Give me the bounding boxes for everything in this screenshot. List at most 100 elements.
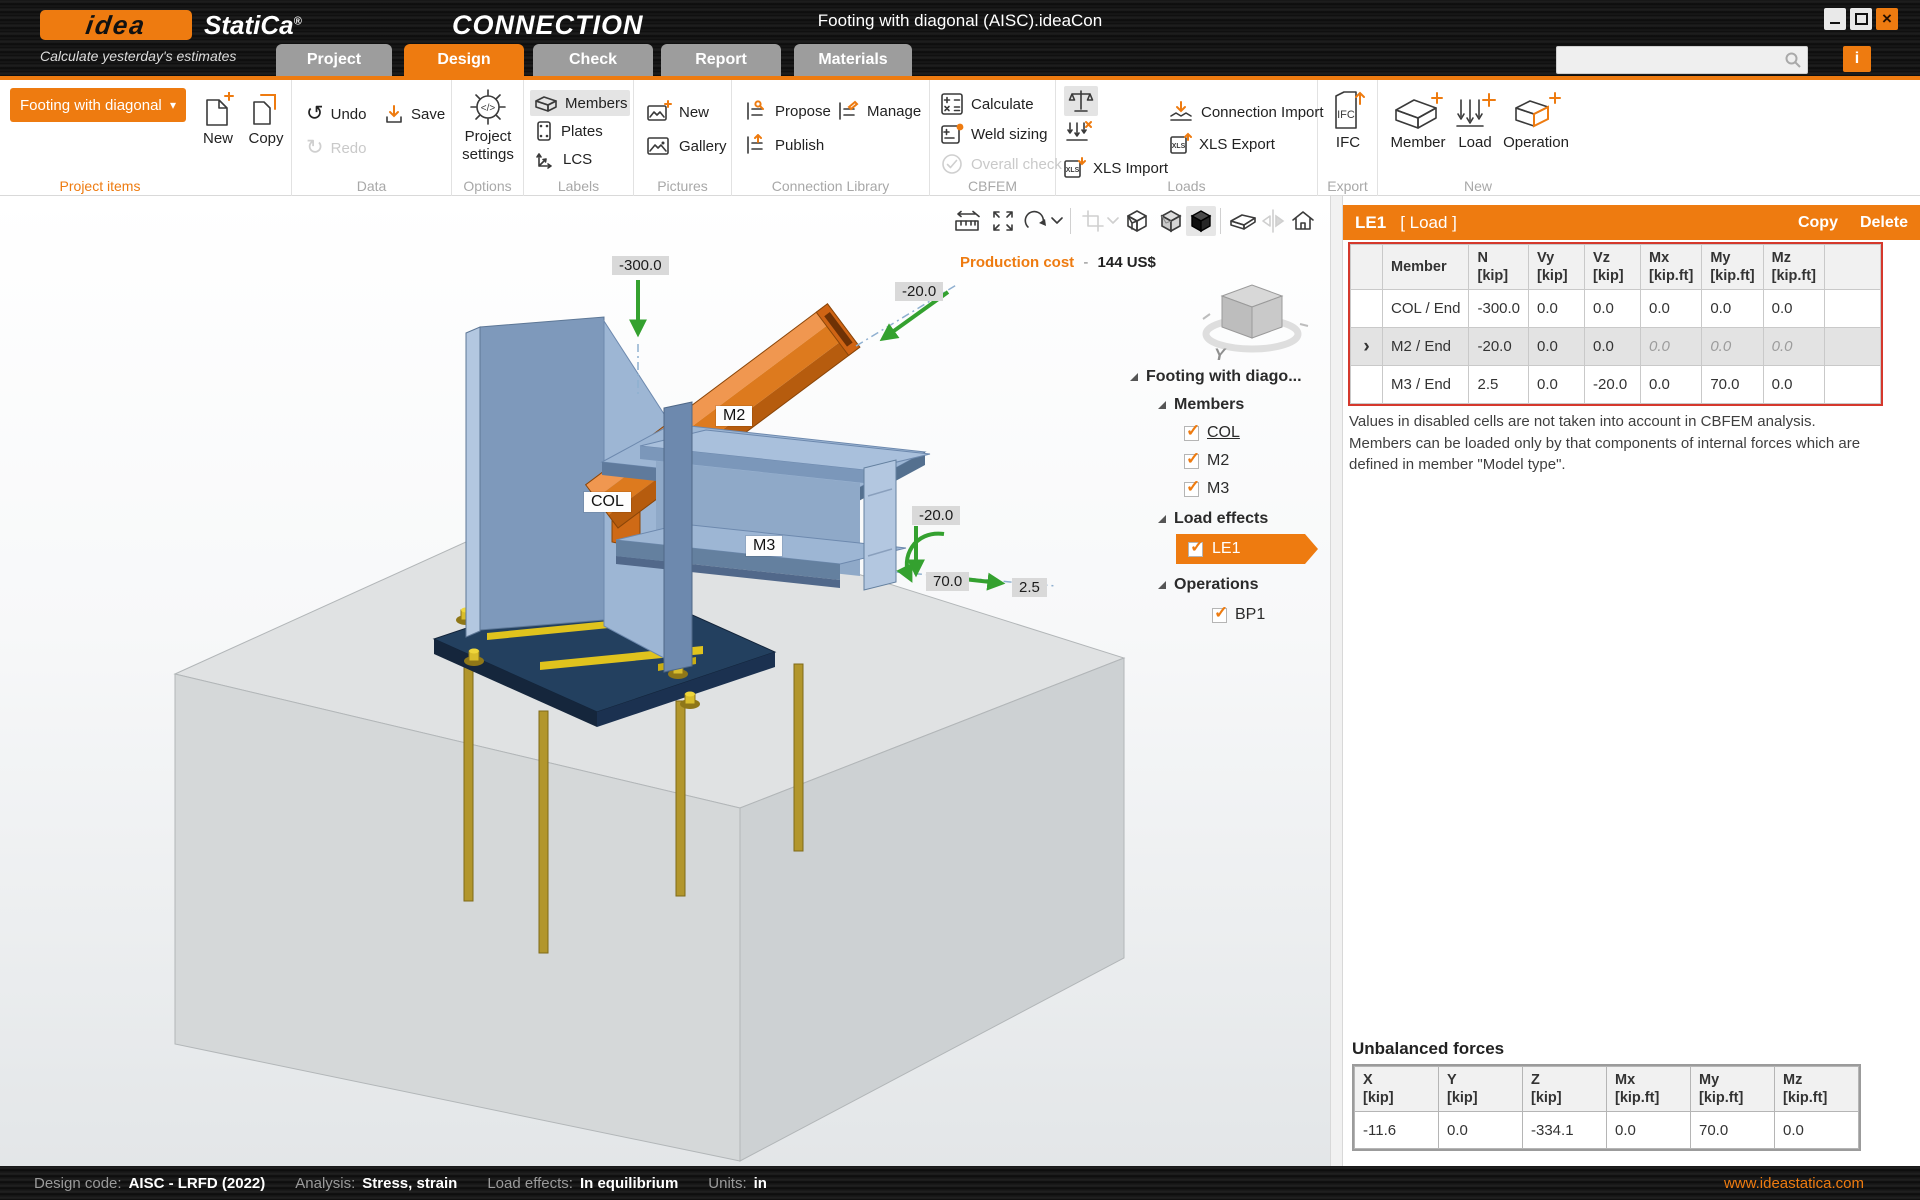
column-header[interactable]: Vy [kip]	[1528, 244, 1586, 290]
tree-expand-icon[interactable]	[1158, 401, 1166, 409]
search-input[interactable]	[1557, 52, 1784, 68]
xls-export-button[interactable]: XLS XLS Export	[1168, 132, 1275, 156]
new-member-button[interactable]: Member	[1388, 92, 1448, 151]
tree-group-members[interactable]: Members	[1158, 396, 1244, 414]
zoom-fit-button[interactable]	[988, 206, 1018, 236]
tree-root-item[interactable]: Footing with diago...	[1130, 368, 1302, 386]
checkbox-checked[interactable]: ✓	[1184, 421, 1200, 441]
checkbox-checked[interactable]: ✓	[1188, 542, 1203, 557]
mirror-view-button[interactable]	[1258, 206, 1288, 236]
row-selector[interactable]	[1350, 289, 1383, 328]
column-header[interactable]: Mz [kip.ft]	[1762, 244, 1825, 290]
value-cell[interactable]: 0.0	[1762, 327, 1825, 366]
website-link[interactable]: www.ideastatica.com	[1724, 1175, 1864, 1192]
tree-expand-icon[interactable]	[1158, 581, 1166, 589]
save-button[interactable]: Save	[384, 104, 445, 124]
value-cell[interactable]: 0.0	[1640, 289, 1703, 328]
overall-check-button[interactable]: Overall check	[940, 152, 1062, 176]
value-cell[interactable]: 0.0	[1701, 327, 1764, 366]
tree-item-m2[interactable]: ✓ M2	[1184, 449, 1229, 470]
tab-check[interactable]: Check	[533, 44, 653, 76]
view-shaded-transparent-button[interactable]	[1156, 206, 1186, 236]
redo-button[interactable]: ↻ Redo	[306, 137, 366, 158]
rotate-options-chevron[interactable]	[1048, 206, 1066, 236]
xls-import-button[interactable]: XLS XLS Import	[1062, 156, 1168, 180]
column-header[interactable]: N [kip]	[1468, 244, 1530, 290]
minimize-button[interactable]	[1824, 8, 1846, 30]
value-cell[interactable]: 0.0	[1762, 289, 1825, 328]
force-row[interactable]: › M2 / End -20.0 0.0 0.0 0.0 0.0 0.0	[1350, 327, 1881, 366]
calculate-button[interactable]: Calculate	[940, 92, 1034, 116]
member-cell[interactable]: M3 / End	[1381, 365, 1470, 404]
tab-materials[interactable]: Materials	[794, 44, 912, 76]
navigation-cube[interactable]: Y	[1200, 276, 1310, 366]
column-header[interactable]: Vz [kip]	[1584, 244, 1642, 290]
maximize-button[interactable]	[1850, 8, 1872, 30]
column-header[interactable]: Member	[1381, 244, 1470, 290]
measure-tool-button[interactable]	[952, 206, 982, 236]
home-view-button[interactable]	[1288, 206, 1318, 236]
value-cell[interactable]: 0.0	[1528, 365, 1586, 404]
ifc-export-button[interactable]: IFC IFC	[1328, 90, 1368, 151]
tree-item-le1-selected[interactable]: ✓ LE1	[1176, 534, 1318, 564]
tree-group-load-effects[interactable]: Load effects	[1158, 510, 1268, 528]
checkbox-checked[interactable]: ✓	[1184, 477, 1200, 497]
value-cell[interactable]: -20.0	[1584, 365, 1642, 404]
value-cell[interactable]: 2.5	[1468, 365, 1530, 404]
loads-equilibrium-toggle[interactable]	[1064, 86, 1098, 116]
labels-members-toggle[interactable]: Members	[530, 90, 630, 116]
project-item-selector[interactable]: Footing with diagonal ▾	[10, 88, 186, 122]
tree-expand-icon[interactable]	[1158, 515, 1166, 523]
tab-project[interactable]: Project	[276, 44, 392, 76]
publish-button[interactable]: Publish	[744, 134, 824, 156]
row-selector[interactable]: ›	[1350, 327, 1383, 366]
labels-plates-toggle[interactable]: Plates	[534, 120, 603, 142]
value-cell[interactable]: 0.0	[1640, 365, 1703, 404]
rotate-view-button[interactable]	[1020, 206, 1050, 236]
force-row[interactable]: COL / End -300.0 0.0 0.0 0.0 0.0 0.0	[1350, 289, 1881, 328]
tab-design[interactable]: Design	[404, 44, 524, 76]
tab-report[interactable]: Report	[661, 44, 781, 76]
search-box[interactable]	[1556, 46, 1808, 74]
new-project-item-button[interactable]: New	[196, 92, 240, 147]
checkbox-checked[interactable]: ✓	[1212, 603, 1228, 623]
tree-group-operations[interactable]: Operations	[1158, 576, 1258, 594]
tree-expand-icon[interactable]	[1130, 373, 1138, 381]
row-selector[interactable]	[1350, 365, 1383, 404]
value-cell[interactable]: 0.0	[1701, 289, 1764, 328]
weld-sizing-button[interactable]: Weld sizing	[940, 122, 1047, 146]
new-load-button[interactable]: Load	[1452, 92, 1498, 151]
loads-forces-button[interactable]	[1064, 120, 1092, 146]
undo-button[interactable]: ↺ Undo	[306, 103, 366, 124]
copy-project-item-button[interactable]: Copy	[244, 92, 288, 147]
checkbox-checked[interactable]: ✓	[1184, 449, 1200, 469]
value-cell[interactable]: -300.0	[1468, 289, 1530, 328]
view-solid-button[interactable]	[1186, 206, 1216, 236]
gallery-button[interactable]: Gallery	[646, 134, 727, 158]
value-cell[interactable]: 0.0	[1528, 289, 1586, 328]
labels-lcs-toggle[interactable]: LCS	[534, 148, 592, 170]
new-operation-button[interactable]: Operation	[1502, 92, 1570, 151]
value-cell[interactable]: -20.0	[1468, 327, 1530, 366]
value-cell[interactable]: 0.0	[1640, 327, 1703, 366]
force-row[interactable]: M3 / End 2.5 0.0 -20.0 0.0 70.0 0.0	[1350, 365, 1881, 404]
member-cell[interactable]: COL / End	[1381, 289, 1470, 328]
value-cell[interactable]: 0.0	[1584, 289, 1642, 328]
manage-button[interactable]: Manage	[836, 100, 921, 122]
propose-button[interactable]: Propose	[744, 100, 831, 122]
viewport-3d[interactable]: Production cost - 144 US$ Y -300.0 -20.0…	[0, 196, 1330, 1166]
picture-new-button[interactable]: New	[646, 100, 709, 124]
close-button[interactable]: ×	[1876, 8, 1898, 30]
value-cell[interactable]: 0.0	[1528, 327, 1586, 366]
info-button[interactable]: i	[1843, 46, 1871, 72]
member-cell[interactable]: M2 / End	[1381, 327, 1470, 366]
view-wireframe-button[interactable]	[1122, 206, 1152, 236]
view-clip-button[interactable]	[1228, 206, 1258, 236]
connection-import-button[interactable]: Connection Import	[1168, 100, 1324, 124]
project-settings-button[interactable]: </> Project settings	[462, 88, 514, 164]
column-header[interactable]: My [kip.ft]	[1701, 244, 1764, 290]
tree-item-col[interactable]: ✓ COL	[1184, 421, 1240, 442]
scene-3d-model[interactable]	[0, 196, 1330, 1166]
tree-item-bp1[interactable]: ✓ BP1	[1212, 603, 1265, 624]
column-header[interactable]: Mx [kip.ft]	[1640, 244, 1703, 290]
